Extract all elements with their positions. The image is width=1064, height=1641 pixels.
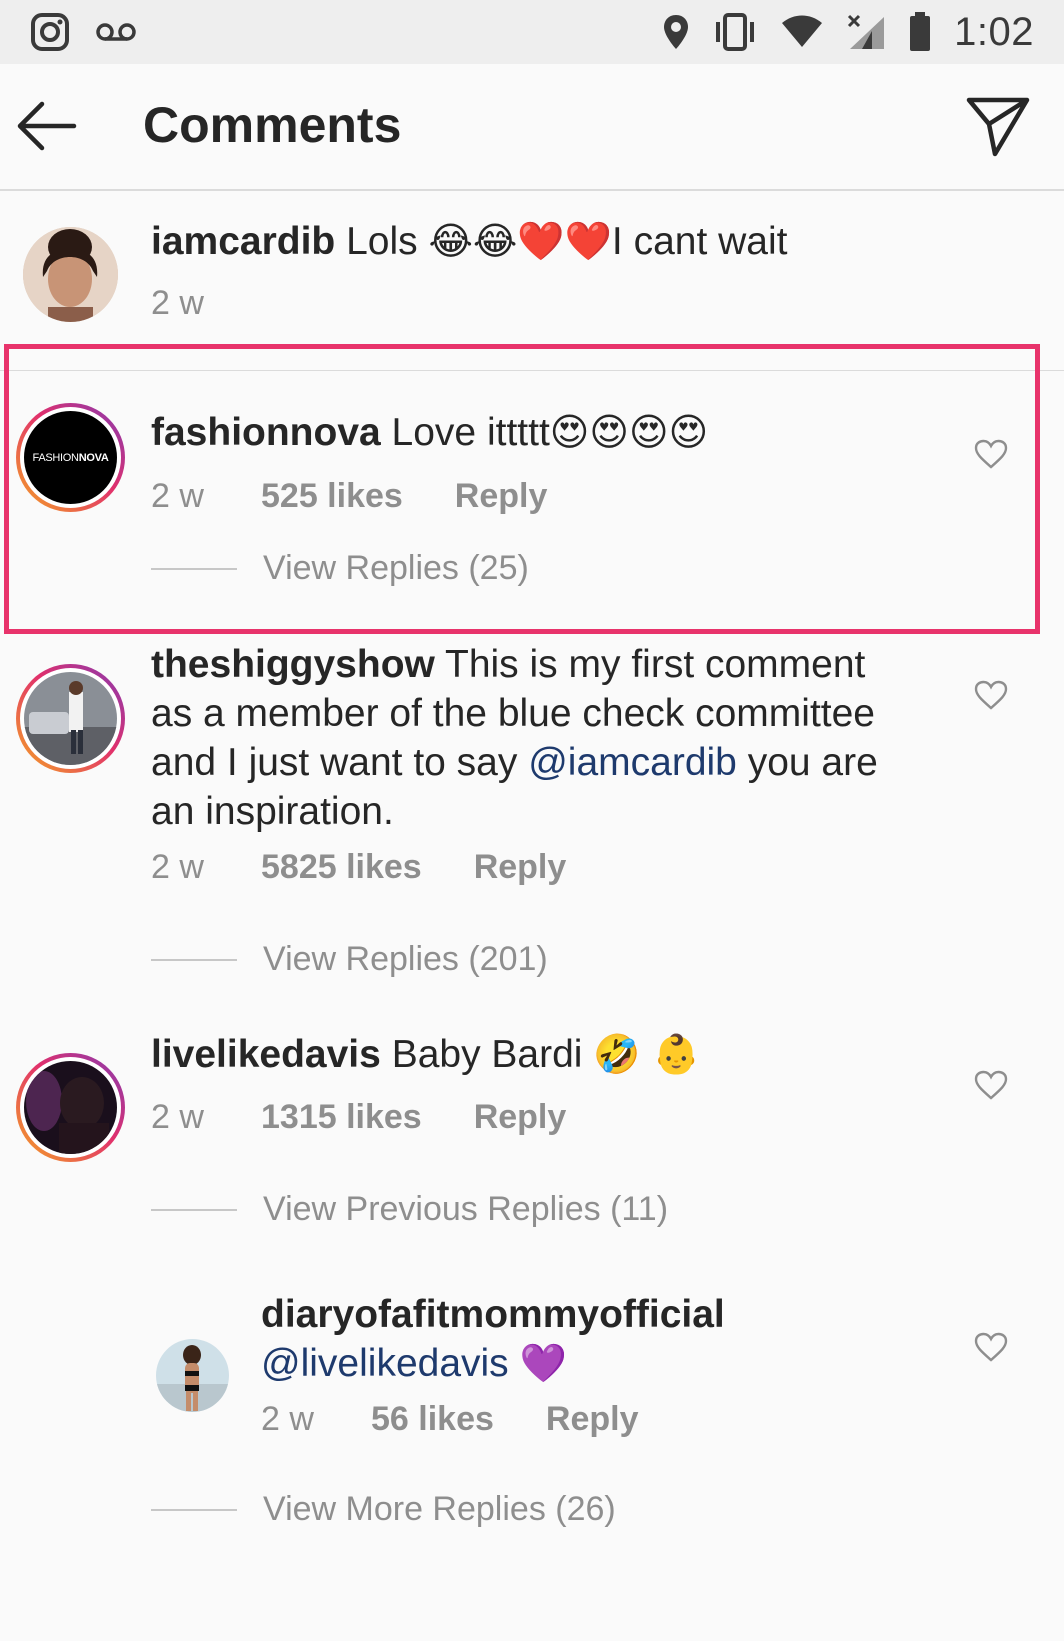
comment-meta: 2 w <box>151 284 261 323</box>
username[interactable]: theshiggyshow <box>151 643 435 686</box>
avatar[interactable]: FASHIONNOVA <box>16 403 125 512</box>
reply-button[interactable]: Reply <box>546 1400 639 1439</box>
comment-meta: 2 w 1315 likes Reply <box>151 1098 566 1137</box>
replies-line <box>151 958 237 961</box>
replies-line <box>151 1208 237 1211</box>
comment-text: theshiggyshow This is my first comment a… <box>151 640 931 836</box>
comment-body-3: and I just want to say <box>151 741 518 784</box>
heart-icon[interactable] <box>974 439 1008 469</box>
reply-button[interactable]: Reply <box>474 1098 567 1137</box>
comment-body: Baby Bardi <box>391 1033 583 1076</box>
comment-body-5: an inspiration. <box>151 790 394 833</box>
page-title: Comments <box>143 97 402 153</box>
comment-meta: 2 w 5825 likes Reply <box>151 848 566 887</box>
avatar-photo <box>23 227 118 322</box>
instagram-icon <box>31 13 69 51</box>
voicemail-icon <box>96 23 136 41</box>
mention-link[interactable]: @iamcardib <box>528 741 737 784</box>
location-icon <box>664 15 689 49</box>
username[interactable]: fashionnova <box>151 411 381 454</box>
replies-line <box>151 567 237 570</box>
timestamp: 2 w <box>151 848 204 886</box>
replies-line <box>151 1508 237 1511</box>
avatar-photo <box>24 672 117 765</box>
comment-meta: 2 w 56 likes Reply <box>261 1400 638 1439</box>
likes-count[interactable]: 1315 likes <box>261 1098 422 1137</box>
avatar-logo: FASHIONNOVA <box>32 451 109 464</box>
view-more-replies[interactable]: View More Replies (26) <box>151 1490 616 1529</box>
wifi-icon <box>782 15 823 47</box>
battery-icon <box>910 12 931 51</box>
status-bar: 1:02 <box>0 0 1064 64</box>
avatar[interactable] <box>16 664 125 773</box>
view-replies-label[interactable]: View Previous Replies (11) <box>263 1190 668 1229</box>
view-replies[interactable]: View Replies (25) <box>151 549 529 588</box>
username[interactable]: diaryofafitmommyofficial <box>261 1293 725 1336</box>
comment-livelikedavis: livelikedavis Baby Bardi 🤣 👶 2 w 1315 li… <box>0 1030 1064 1260</box>
likes-count[interactable]: 56 likes <box>371 1400 494 1439</box>
view-replies[interactable]: View Replies (201) <box>151 940 548 979</box>
username[interactable]: iamcardib <box>151 220 335 263</box>
likes-count[interactable]: 525 likes <box>261 477 403 516</box>
avatar-photo <box>156 1339 229 1412</box>
timestamp: 2 w <box>151 477 204 515</box>
avatar[interactable] <box>23 227 118 322</box>
arrow-left-icon[interactable] <box>14 98 80 154</box>
likes-count[interactable]: 5825 likes <box>261 848 422 887</box>
comment-text: diaryofafitmommyofficial @livelikedavis … <box>261 1290 725 1388</box>
emoji: 🤣 👶 <box>593 1032 701 1076</box>
comment-body-1: This is my first comment <box>445 643 866 686</box>
view-replies-label[interactable]: View Replies (201) <box>263 940 548 979</box>
comment-theshiggyshow: theshiggyshow This is my first comment a… <box>0 640 1064 1020</box>
view-replies-label[interactable]: View More Replies (26) <box>263 1490 616 1529</box>
comment-text: fashionnova Love ittttt😍😍😍😍 <box>151 408 708 457</box>
timestamp: 2 w <box>261 1400 314 1438</box>
comment-text: livelikedavis Baby Bardi 🤣 👶 <box>151 1030 700 1079</box>
reply-diaryofafitmommyofficial: diaryofafitmommyofficial @livelikedavis … <box>0 1290 1064 1620</box>
comment-text: iamcardib Lols 😂😂❤️❤️I cant wait <box>151 217 788 266</box>
avatar-photo <box>24 1061 117 1154</box>
mention-link[interactable]: @livelikedavis <box>261 1342 509 1385</box>
emoji: 😍😍😍😍 <box>549 410 709 454</box>
heart-icon[interactable] <box>974 1070 1008 1100</box>
timestamp: 2 w <box>151 1098 204 1136</box>
no-signal-icon <box>848 14 885 49</box>
clock: 1:02 <box>954 9 1034 54</box>
username[interactable]: livelikedavis <box>151 1033 381 1076</box>
emoji: 💜 <box>519 1341 567 1385</box>
send-icon[interactable] <box>965 94 1031 160</box>
comment-body: Lols <box>346 220 418 263</box>
reply-button[interactable]: Reply <box>474 848 567 887</box>
avatar[interactable] <box>156 1339 229 1412</box>
caption-comment: iamcardib Lols 😂😂❤️❤️I cant wait 2 w <box>0 191 1064 351</box>
heart-icon[interactable] <box>974 680 1008 710</box>
heart-icon[interactable] <box>974 1332 1008 1362</box>
reply-button[interactable]: Reply <box>455 477 548 516</box>
timestamp: 2 w <box>151 284 204 322</box>
view-previous-replies[interactable]: View Previous Replies (11) <box>151 1190 668 1229</box>
vibrate-icon <box>716 13 755 51</box>
emoji: 😂😂❤️❤️ <box>428 219 612 263</box>
comment-body-2: as a member of the blue check committee <box>151 692 875 735</box>
avatar[interactable] <box>16 1053 125 1162</box>
comment-body: Love ittttt <box>391 411 550 454</box>
view-replies-label[interactable]: View Replies (25) <box>263 549 529 588</box>
comments-header: Comments <box>0 64 1064 191</box>
comment-body-4: you are <box>747 741 878 784</box>
comment-meta: 2 w 525 likes Reply <box>151 477 547 516</box>
comment-body-end: I cant wait <box>611 220 788 263</box>
comment-fashionnova: FASHIONNOVA fashionnova Love ittttt😍😍😍😍 … <box>0 370 1064 635</box>
